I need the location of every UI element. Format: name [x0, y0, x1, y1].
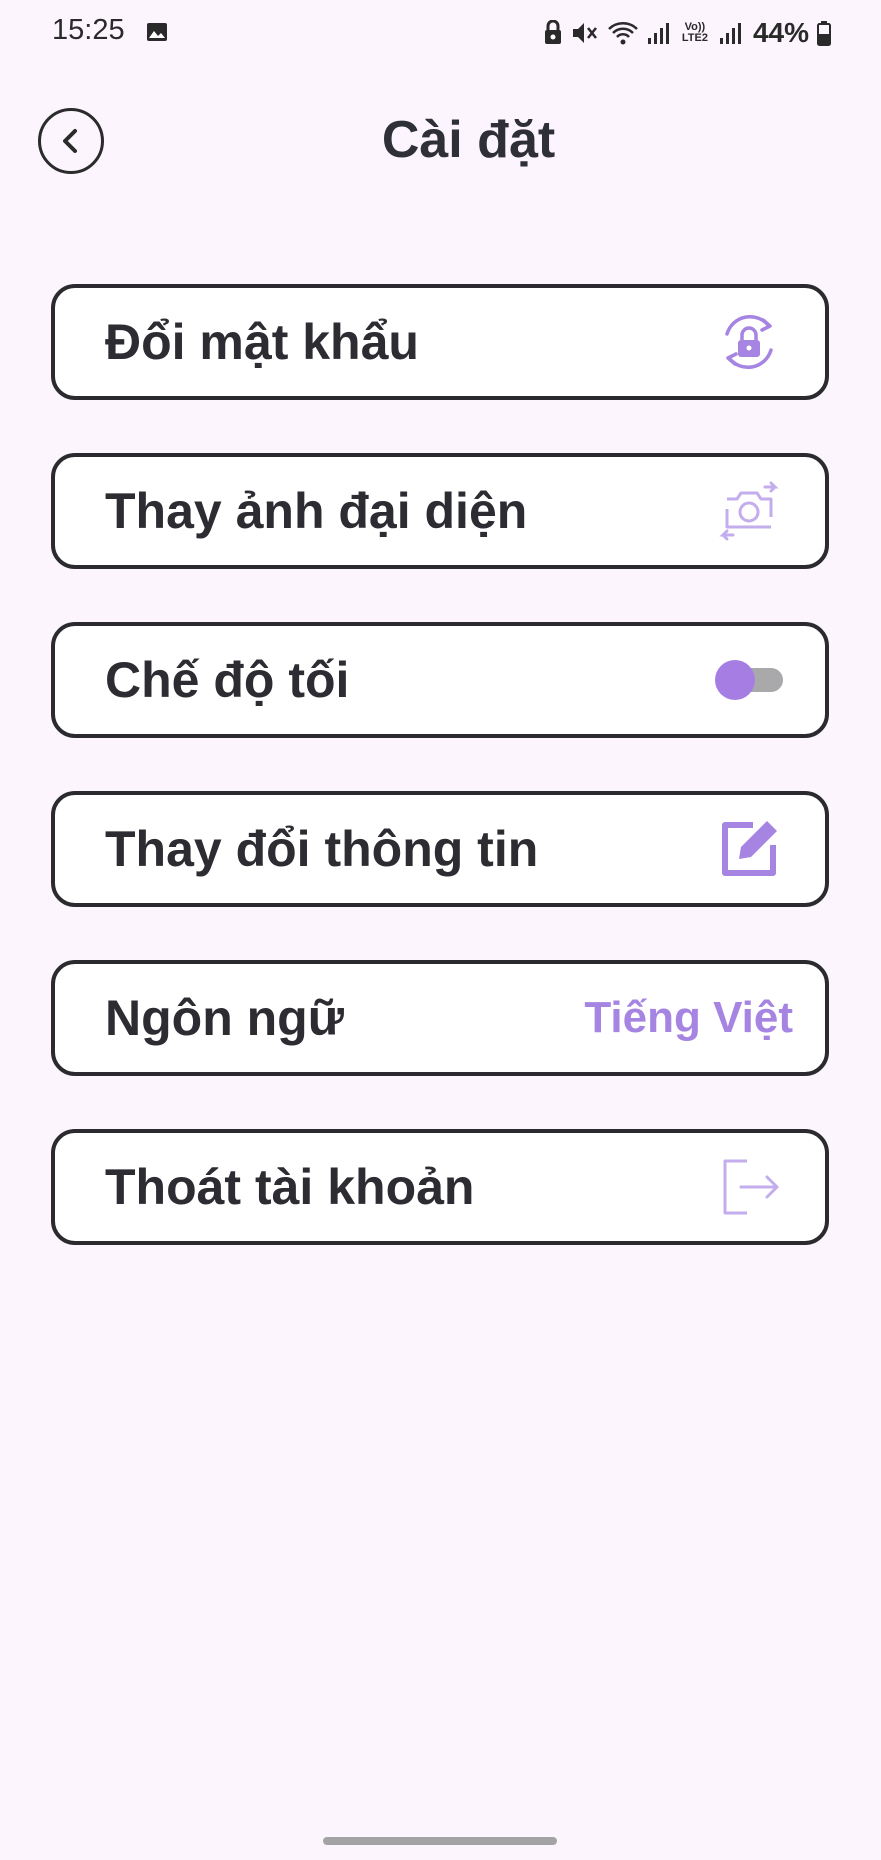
language-value: Tiếng Việt: [584, 993, 793, 1042]
toggle-thumb: [715, 660, 755, 700]
edit-icon: [713, 813, 785, 885]
settings-item-label: Chế độ tối: [105, 652, 350, 708]
settings-item-label: Thoát tài khoản: [105, 1159, 475, 1215]
change-avatar-button[interactable]: Thay ảnh đại diện: [51, 453, 829, 569]
signal-icon: [647, 23, 669, 44]
status-time: 15:25: [52, 14, 125, 46]
page-title: Cài đặt: [381, 111, 556, 169]
settings-item-label: Thay ảnh đại diện: [105, 483, 528, 539]
language-button[interactable]: Ngôn ngữ Tiếng Việt: [51, 960, 829, 1076]
settings-item-label: Ngôn ngữ: [105, 990, 344, 1046]
change-info-button[interactable]: Thay đổi thông tin: [51, 791, 829, 907]
status-bar: 15:25 Vo)) LTE2 44%: [0, 0, 881, 66]
logout-button[interactable]: Thoát tài khoản: [51, 1129, 829, 1245]
change-password-button[interactable]: Đổi mật khẩu: [51, 284, 829, 400]
settings-item-label: Đổi mật khẩu: [105, 314, 419, 370]
status-icons: Vo)) LTE2 44%: [543, 16, 831, 50]
camera-switch-icon: [713, 479, 785, 543]
settings-item-label: Thay đổi thông tin: [105, 821, 539, 877]
logout-icon: [713, 1155, 785, 1219]
lock-refresh-icon: [713, 306, 785, 378]
battery-icon: [817, 21, 831, 46]
gallery-icon: [147, 23, 167, 41]
volte-label: Vo)) LTE2: [681, 21, 708, 44]
home-indicator[interactable]: [323, 1837, 557, 1845]
dark-mode-row: Chế độ tối: [51, 622, 829, 738]
battery-percent: 44%: [752, 17, 809, 48]
lock-icon: [544, 20, 561, 44]
wifi-icon: [608, 22, 638, 45]
mute-icon: [572, 23, 597, 43]
dark-mode-toggle[interactable]: [715, 660, 785, 700]
signal-icon: [719, 23, 741, 44]
